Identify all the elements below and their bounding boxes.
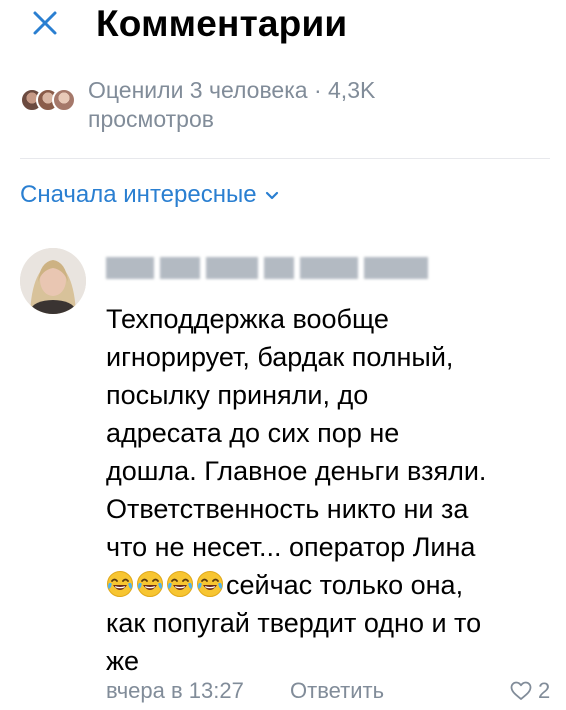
comment-timestamp: вчера в 13:27 [106, 678, 244, 703]
likes-summary[interactable]: Оценили 3 человека · 4,3K просмотров [20, 72, 540, 136]
comment-line-suffix: сейчас только она, [226, 570, 464, 600]
comment-line: посылку приняли, до [106, 380, 369, 410]
header-bar: Комментарии [0, 0, 566, 60]
comment-author-name-redacted[interactable] [106, 255, 442, 281]
like-count: 2 [538, 678, 551, 703]
comment-line: дошла. Главное деньги взяли. [106, 456, 487, 486]
comment-line: Ответственность никто ни за [106, 494, 469, 524]
comment-line: как попугай твердит одно и то [106, 608, 482, 638]
comment-meta: вчера в 13:27 Ответить 2 [106, 676, 556, 706]
comment-line: же [106, 646, 140, 676]
avatar [52, 88, 76, 112]
like-button[interactable]: 2 [510, 676, 550, 706]
sort-label: Сначала интересные [20, 181, 257, 208]
laughing-tears-emoji-icon [136, 570, 164, 598]
comment-line: что не несет... оператор Лина [106, 532, 476, 562]
close-icon [33, 11, 57, 35]
comment-text: Техподдержка вообще игнорирует, бардак п… [106, 300, 556, 680]
heart-icon [510, 681, 532, 700]
sort-dropdown[interactable]: Сначала интересные [20, 180, 279, 210]
comment-line: игнорирует, бардак полный, [106, 342, 454, 372]
reply-button[interactable]: Ответить [290, 676, 384, 706]
comment-line-emoji: сейчас только она, [106, 566, 556, 604]
comment-author-avatar[interactable] [20, 248, 86, 314]
page-title: Комментарии [96, 3, 348, 44]
liker-avatars [20, 88, 80, 114]
laughing-tears-emoji-icon [166, 570, 194, 598]
laughing-tears-emoji-icon [106, 570, 134, 598]
comment-line: Техподдержка вообще [106, 304, 389, 334]
laughing-tears-emoji-icon [196, 570, 224, 598]
divider [20, 158, 550, 159]
comment-line: адресата до сих пор не [106, 418, 400, 448]
chevron-down-icon [265, 191, 278, 199]
likes-views-text: Оценили 3 человека · 4,3K просмотров [88, 77, 376, 132]
close-button[interactable] [30, 8, 60, 38]
